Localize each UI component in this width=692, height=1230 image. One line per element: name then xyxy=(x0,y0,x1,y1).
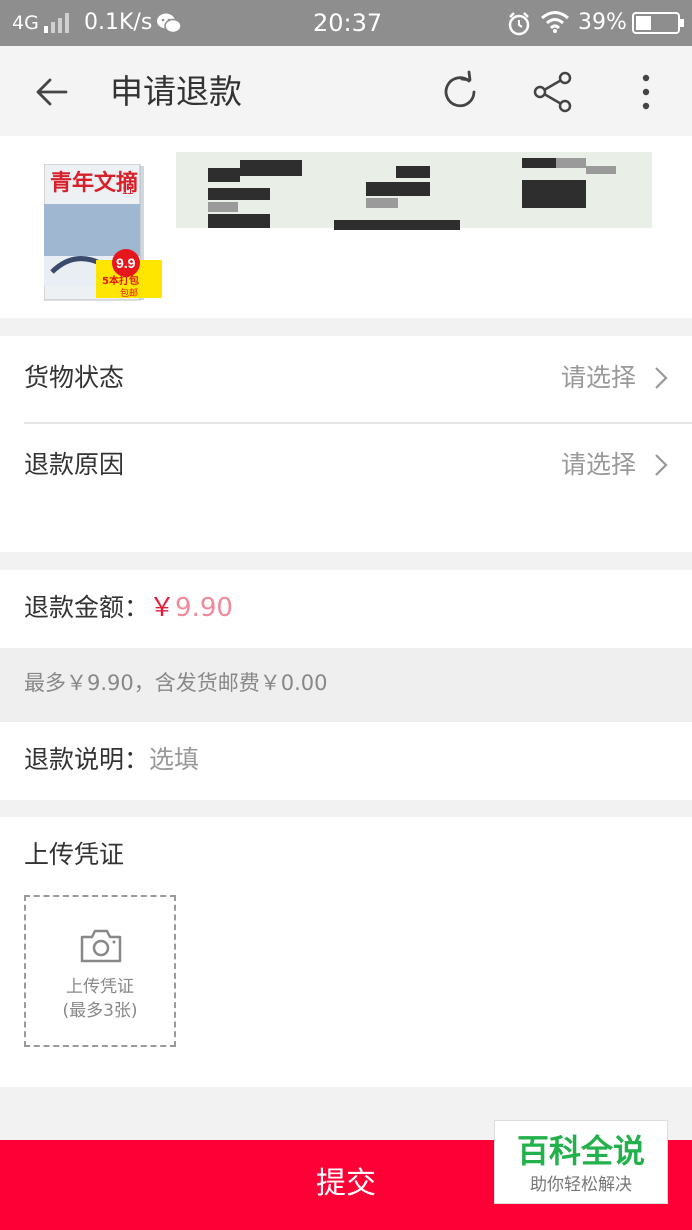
wechat-icon xyxy=(157,13,182,34)
refund-options-card: 货物状态 请选择 退款原因 请选择 xyxy=(0,336,692,552)
cover-tag-line1: 5本打包 xyxy=(102,274,139,287)
network-type: 4G xyxy=(12,12,39,34)
cover-tag-line2: 包邮 xyxy=(120,287,138,299)
more-vertical-icon[interactable] xyxy=(624,70,668,114)
status-bar: 4G 0.1K/s 20:37 39% xyxy=(0,0,692,46)
refund-hint: 最多￥9.90，含发货邮费￥0.00 xyxy=(0,648,692,722)
upload-box-limit: (最多3张) xyxy=(62,1001,138,1021)
refund-amount-row: 退款金额：￥9.90 xyxy=(0,570,692,648)
refund-amount-label: 退款金额： xyxy=(24,593,150,622)
refund-reason-value: 请选择 xyxy=(560,450,636,479)
refresh-icon[interactable] xyxy=(438,70,482,114)
chevron-right-icon xyxy=(655,367,668,389)
battery-icon xyxy=(632,12,684,34)
upload-evidence-button[interactable]: 上传凭证 (最多3张) xyxy=(24,895,176,1047)
refund-reason-row[interactable]: 退款原因 请选择 xyxy=(0,424,692,510)
refund-note-input[interactable]: 选填 xyxy=(149,745,199,774)
upload-section-title: 上传凭证 xyxy=(24,840,125,869)
watermark-title: 百科全说 xyxy=(516,1132,645,1170)
page-title: 申请退款 xyxy=(110,72,242,111)
battery-percent: 39% xyxy=(578,10,627,35)
refund-hint-text: 最多￥9.90，含发货邮费￥0.00 xyxy=(24,671,328,695)
signal-icon xyxy=(44,13,70,33)
goods-status-row[interactable]: 货物状态 请选择 xyxy=(0,336,692,422)
watermark-subtitle: 助你轻松解决 xyxy=(530,1175,632,1195)
title-bar: 申请退款 xyxy=(0,46,692,136)
watermark-logo: 百科全说 助你轻松解决 xyxy=(494,1120,668,1204)
upload-box-label: 上传凭证 xyxy=(66,977,134,997)
upload-section: 上传凭证 上传凭证 (最多3张) xyxy=(0,817,692,1087)
refund-amount-input[interactable]: 9.90 xyxy=(175,593,233,623)
cover-issue: 11 xyxy=(122,185,133,197)
refund-note-row[interactable]: 退款说明：选填 xyxy=(0,722,692,800)
refund-reason-label: 退款原因 xyxy=(24,450,125,479)
share-icon[interactable] xyxy=(531,70,575,114)
clock-time: 20:37 xyxy=(313,9,383,37)
chevron-right-icon xyxy=(655,454,668,476)
product-cover-image: 青年文摘 11 9.9 5本打包 包邮 xyxy=(44,164,162,301)
cover-tag-price: 9.9 xyxy=(116,255,136,271)
refund-amount-section: 退款金额：￥9.90 最多￥9.90，含发货邮费￥0.00 退款说明：选填 xyxy=(0,570,692,800)
goods-status-label: 货物状态 xyxy=(24,363,125,392)
refund-note-label: 退款说明： xyxy=(24,745,150,774)
goods-status-value: 请选择 xyxy=(560,363,636,392)
alarm-icon xyxy=(508,12,530,36)
camera-icon xyxy=(80,929,122,963)
arrow-left-icon[interactable] xyxy=(32,72,72,112)
network-speed: 0.1K/s xyxy=(84,10,153,35)
currency-symbol: ￥ xyxy=(149,593,176,623)
wifi-icon xyxy=(541,11,569,33)
product-card[interactable]: 青年文摘 11 9.9 5本打包 包邮 xyxy=(0,136,692,318)
